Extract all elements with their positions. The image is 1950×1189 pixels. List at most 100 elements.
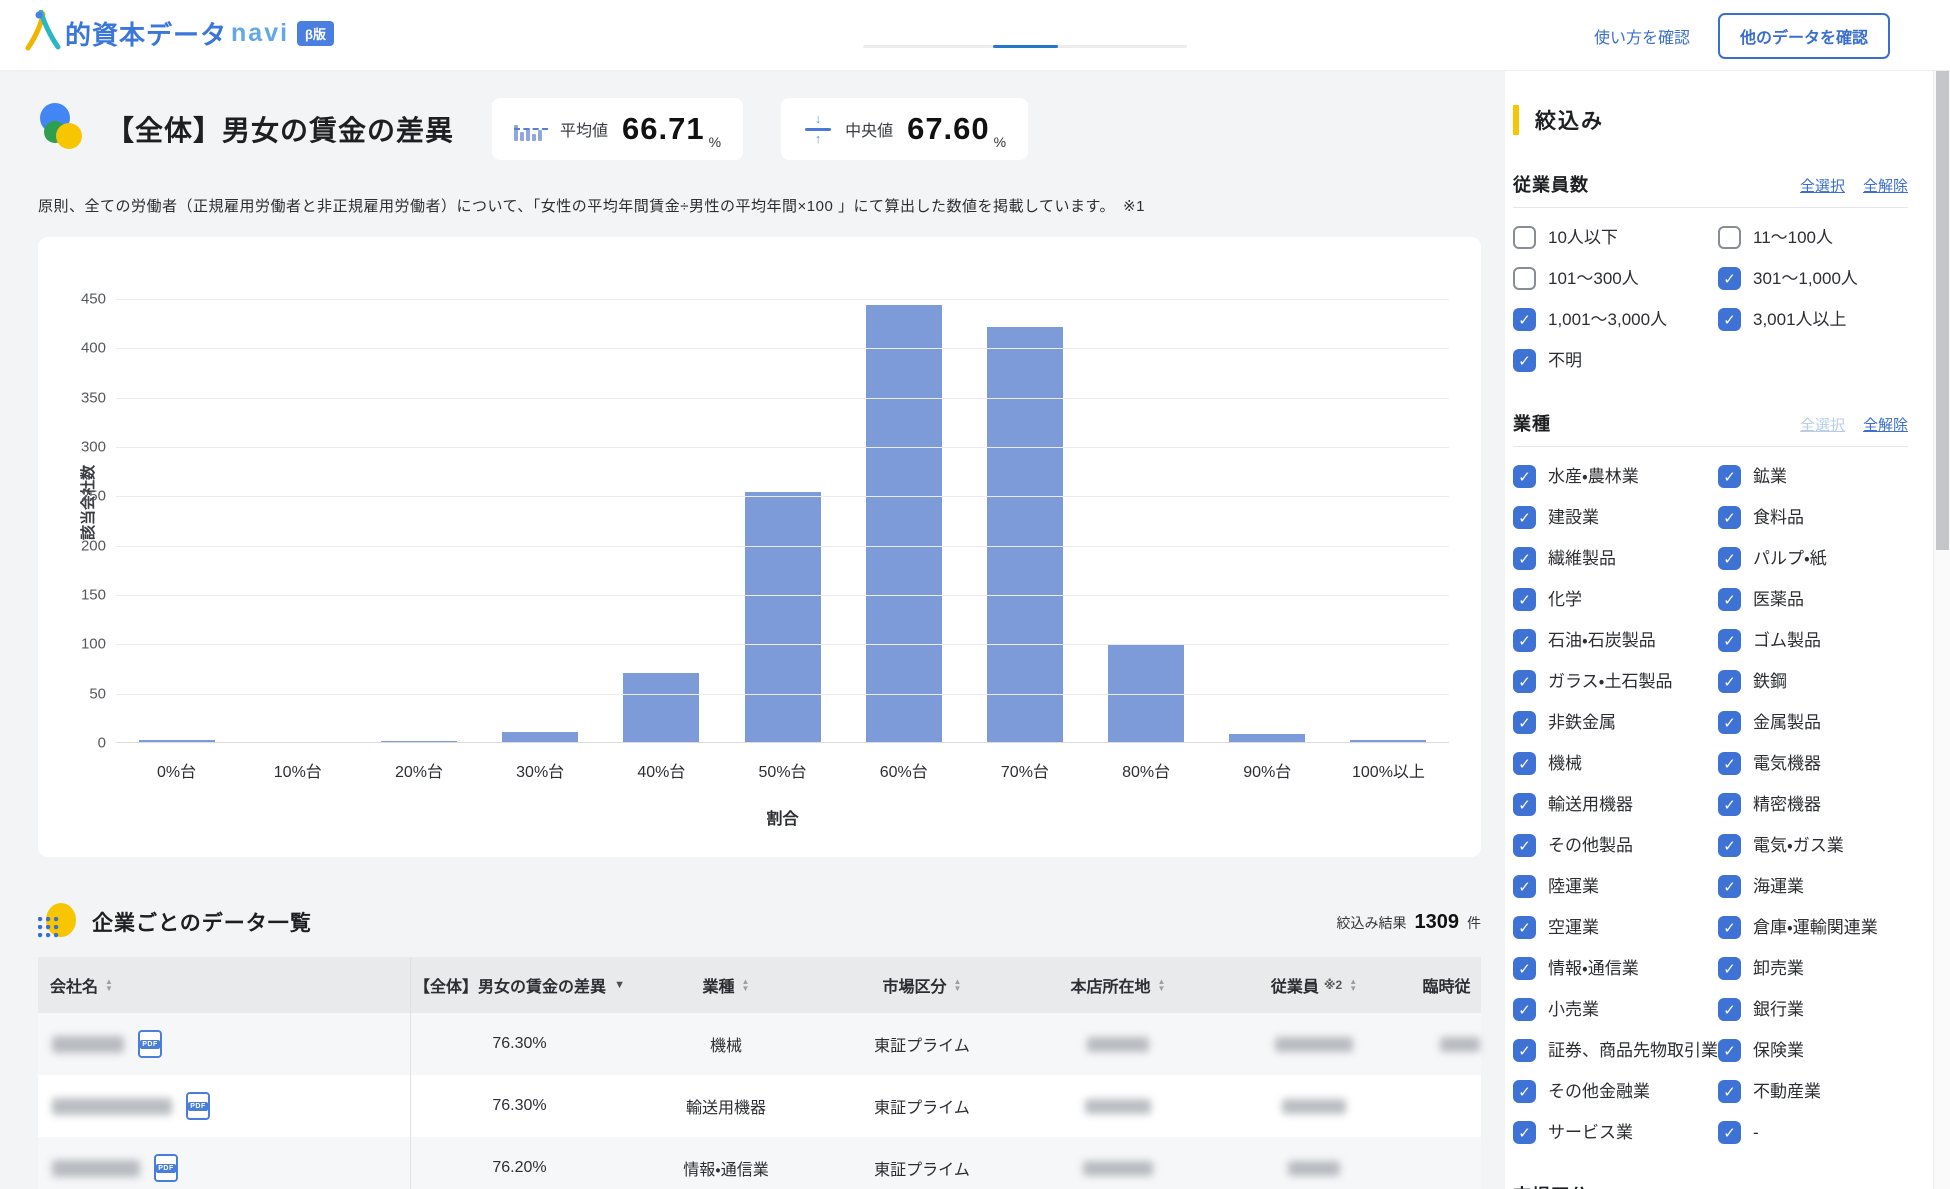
chart-bar[interactable] bbox=[139, 740, 215, 742]
filter-option-倉庫・運輸関連業[interactable]: ✓倉庫・運輸関連業 bbox=[1718, 914, 1908, 941]
filter-option-不動産業[interactable]: ✓不動産業 bbox=[1718, 1078, 1908, 1105]
chart-bar[interactable] bbox=[866, 305, 942, 742]
checked-checkbox-icon[interactable]: ✓ bbox=[1718, 957, 1741, 980]
checked-checkbox-icon[interactable]: ✓ bbox=[1513, 1039, 1536, 1062]
select-all-link[interactable]: 全選択 bbox=[1800, 414, 1845, 435]
checked-checkbox-icon[interactable]: ✓ bbox=[1718, 1121, 1741, 1144]
filter-option-海運業[interactable]: ✓海運業 bbox=[1718, 873, 1908, 900]
filter-option-101〜300人[interactable]: 101〜300人 bbox=[1513, 265, 1718, 292]
filter-option-水産・農林業[interactable]: ✓水産・農林業 bbox=[1513, 463, 1718, 490]
chart-bar[interactable] bbox=[502, 732, 578, 742]
checked-checkbox-icon[interactable]: ✓ bbox=[1513, 465, 1536, 488]
checked-checkbox-icon[interactable]: ✓ bbox=[1718, 875, 1741, 898]
filter-option-情報・通信業[interactable]: ✓情報・通信業 bbox=[1513, 955, 1718, 982]
checked-checkbox-icon[interactable]: ✓ bbox=[1718, 547, 1741, 570]
unchecked-checkbox-icon[interactable] bbox=[1513, 226, 1536, 249]
filter-option-陸運業[interactable]: ✓陸運業 bbox=[1513, 873, 1718, 900]
horizontal-scrollbar[interactable] bbox=[863, 45, 1187, 48]
filter-option-証券、商品先物取引業[interactable]: ✓証券、商品先物取引業 bbox=[1513, 1037, 1718, 1064]
checked-checkbox-icon[interactable]: ✓ bbox=[1513, 308, 1536, 331]
pdf-icon[interactable]: PDF bbox=[138, 1030, 162, 1058]
filter-option-繊維製品[interactable]: ✓繊維製品 bbox=[1513, 545, 1718, 572]
table-row[interactable]: PDF76.30%輸送用機器東証プライム bbox=[38, 1075, 1481, 1137]
checked-checkbox-icon[interactable]: ✓ bbox=[1718, 629, 1741, 652]
filter-option-石油・石炭製品[interactable]: ✓石油・石炭製品 bbox=[1513, 627, 1718, 654]
checked-checkbox-icon[interactable]: ✓ bbox=[1513, 793, 1536, 816]
checked-checkbox-icon[interactable]: ✓ bbox=[1513, 506, 1536, 529]
pdf-icon[interactable]: PDF bbox=[154, 1154, 178, 1182]
sort-arrows-icon[interactable]: ▲▼ bbox=[954, 978, 962, 992]
filter-option-サービス業[interactable]: ✓サービス業 bbox=[1513, 1119, 1718, 1146]
checked-checkbox-icon[interactable]: ✓ bbox=[1718, 834, 1741, 857]
filter-option-3,001人以上[interactable]: ✓3,001人以上 bbox=[1718, 306, 1908, 333]
clear-all-link[interactable]: 全解除 bbox=[1863, 414, 1908, 435]
filter-option-ガラス・土石製品[interactable]: ✓ガラス・土石製品 bbox=[1513, 668, 1718, 695]
checked-checkbox-icon[interactable]: ✓ bbox=[1718, 916, 1741, 939]
checked-checkbox-icon[interactable]: ✓ bbox=[1718, 588, 1741, 611]
clear-all-link[interactable]: 全解除 bbox=[1863, 175, 1908, 196]
unchecked-checkbox-icon[interactable] bbox=[1718, 226, 1741, 249]
checked-checkbox-icon[interactable]: ✓ bbox=[1513, 711, 1536, 734]
filter-option-非鉄金属[interactable]: ✓非鉄金属 bbox=[1513, 709, 1718, 736]
vertical-scrollbar[interactable]: ▲ bbox=[1933, 0, 1950, 1189]
checked-checkbox-icon[interactable]: ✓ bbox=[1718, 506, 1741, 529]
chart-bar[interactable] bbox=[1229, 734, 1305, 742]
chart-bar[interactable] bbox=[1350, 740, 1426, 742]
checked-checkbox-icon[interactable]: ✓ bbox=[1513, 998, 1536, 1021]
filter-option-電気・ガス業[interactable]: ✓電気・ガス業 bbox=[1718, 832, 1908, 859]
chart-bar[interactable] bbox=[381, 741, 457, 742]
checked-checkbox-icon[interactable]: ✓ bbox=[1513, 875, 1536, 898]
filter-option-建設業[interactable]: ✓建設業 bbox=[1513, 504, 1718, 531]
other-data-button[interactable]: 他のデータを確認 bbox=[1718, 13, 1890, 59]
filter-option-10人以下[interactable]: 10人以下 bbox=[1513, 224, 1718, 251]
checked-checkbox-icon[interactable]: ✓ bbox=[1718, 752, 1741, 775]
checked-checkbox-icon[interactable]: ✓ bbox=[1718, 998, 1741, 1021]
filter-option-鉱業[interactable]: ✓鉱業 bbox=[1718, 463, 1908, 490]
checked-checkbox-icon[interactable]: ✓ bbox=[1513, 547, 1536, 570]
filter-option-小売業[interactable]: ✓小売業 bbox=[1513, 996, 1718, 1023]
sort-arrows-icon[interactable]: ▲▼ bbox=[1158, 978, 1166, 992]
filter-option-化学[interactable]: ✓化学 bbox=[1513, 586, 1718, 613]
filter-option-その他製品[interactable]: ✓その他製品 bbox=[1513, 832, 1718, 859]
filter-option--[interactable]: ✓- bbox=[1718, 1119, 1908, 1146]
checked-checkbox-icon[interactable]: ✓ bbox=[1718, 1080, 1741, 1103]
filter-option-電気機器[interactable]: ✓電気機器 bbox=[1718, 750, 1908, 777]
chart-bar[interactable] bbox=[745, 492, 821, 742]
checked-checkbox-icon[interactable]: ✓ bbox=[1718, 267, 1741, 290]
checked-checkbox-icon[interactable]: ✓ bbox=[1513, 629, 1536, 652]
checked-checkbox-icon[interactable]: ✓ bbox=[1513, 916, 1536, 939]
checked-checkbox-icon[interactable]: ✓ bbox=[1513, 752, 1536, 775]
filter-option-保険業[interactable]: ✓保険業 bbox=[1718, 1037, 1908, 1064]
filter-option-11〜100人[interactable]: 11〜100人 bbox=[1718, 224, 1908, 251]
checked-checkbox-icon[interactable]: ✓ bbox=[1718, 308, 1741, 331]
checked-checkbox-icon[interactable]: ✓ bbox=[1513, 957, 1536, 980]
sort-arrows-icon[interactable]: ▲▼ bbox=[105, 978, 113, 992]
checked-checkbox-icon[interactable]: ✓ bbox=[1718, 711, 1741, 734]
unchecked-checkbox-icon[interactable] bbox=[1513, 267, 1536, 290]
filter-option-空運業[interactable]: ✓空運業 bbox=[1513, 914, 1718, 941]
sort-desc-icon[interactable]: ▼ bbox=[614, 979, 625, 991]
filter-option-医薬品[interactable]: ✓医薬品 bbox=[1718, 586, 1908, 613]
filter-option-機械[interactable]: ✓機械 bbox=[1513, 750, 1718, 777]
sort-arrows-icon[interactable]: ▲▼ bbox=[1349, 978, 1357, 992]
checked-checkbox-icon[interactable]: ✓ bbox=[1513, 1121, 1536, 1144]
filter-option-金属製品[interactable]: ✓金属製品 bbox=[1718, 709, 1908, 736]
filter-option-鉄鋼[interactable]: ✓鉄鋼 bbox=[1718, 668, 1908, 695]
filter-option-1,001〜3,000人[interactable]: ✓1,001〜3,000人 bbox=[1513, 306, 1718, 333]
filter-option-パルプ・紙[interactable]: ✓パルプ・紙 bbox=[1718, 545, 1908, 572]
filter-option-その他金融業[interactable]: ✓その他金融業 bbox=[1513, 1078, 1718, 1105]
filter-option-銀行業[interactable]: ✓銀行業 bbox=[1718, 996, 1908, 1023]
filter-option-不明[interactable]: ✓不明 bbox=[1513, 347, 1718, 374]
filter-option-輸送用機器[interactable]: ✓輸送用機器 bbox=[1513, 791, 1718, 818]
checked-checkbox-icon[interactable]: ✓ bbox=[1513, 834, 1536, 857]
checked-checkbox-icon[interactable]: ✓ bbox=[1513, 1080, 1536, 1103]
table-row[interactable]: PDF76.20%情報・通信業東証プライム bbox=[38, 1137, 1481, 1189]
chart-bar[interactable] bbox=[623, 673, 699, 742]
table-row[interactable]: PDF76.30%機械東証プライム bbox=[38, 1013, 1481, 1075]
filter-option-食料品[interactable]: ✓食料品 bbox=[1718, 504, 1908, 531]
checked-checkbox-icon[interactable]: ✓ bbox=[1718, 465, 1741, 488]
filter-option-卸売業[interactable]: ✓卸売業 bbox=[1718, 955, 1908, 982]
checked-checkbox-icon[interactable]: ✓ bbox=[1513, 588, 1536, 611]
vertical-scrollbar-thumb[interactable] bbox=[1936, 18, 1949, 550]
checked-checkbox-icon[interactable]: ✓ bbox=[1513, 349, 1536, 372]
